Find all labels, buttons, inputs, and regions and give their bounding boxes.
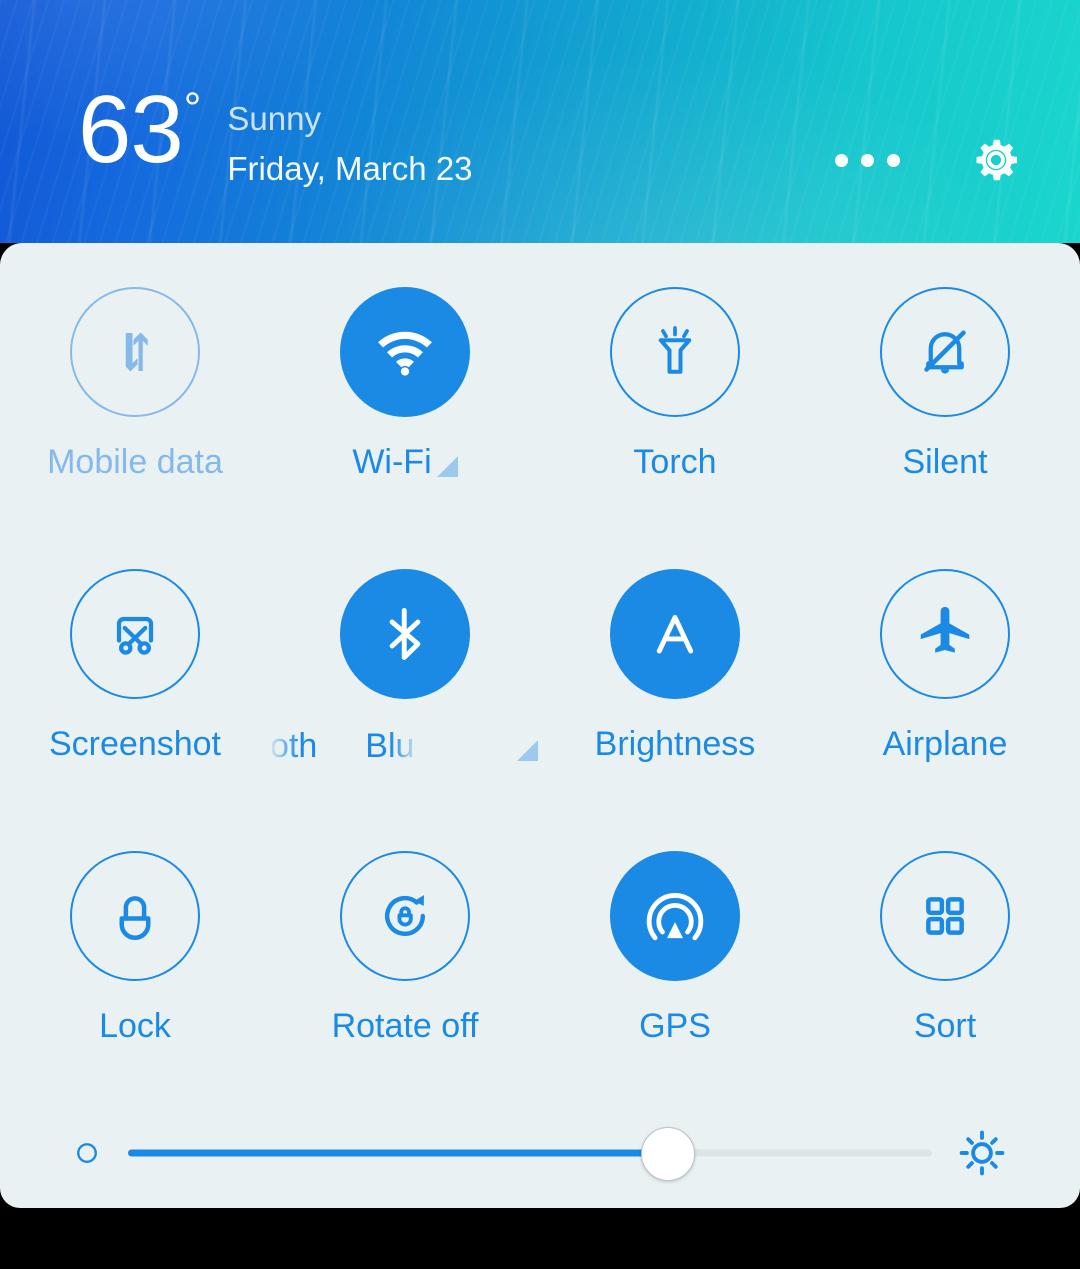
dot-1 [835, 153, 848, 167]
tile-sort[interactable]: Sort [810, 807, 1080, 1089]
tile-label-text: Silent [902, 443, 988, 481]
tile-lock[interactable]: Lock [0, 807, 270, 1089]
tile-brightness-label: Brightness [595, 724, 756, 764]
tile-airplane-label: Airplane [883, 724, 1008, 764]
tile-lock-circle [70, 851, 200, 981]
brightness-low-icon-svg [77, 1143, 97, 1163]
quick-settings-panel: Mobile data Wi-Fi Torch Silent Screensho… [0, 243, 1080, 1208]
tile-label-text: Wi-Fi [352, 443, 432, 481]
rotation-lock-icon [384, 895, 426, 936]
quick-settings-screen: 63° Sunny Friday, March 23 Mobile data W… [0, 0, 1080, 1269]
brightness-slider-fill [128, 1149, 667, 1157]
brightness-low-icon [72, 1138, 102, 1168]
wifi-icon [378, 331, 432, 376]
tile-wifi-circle [340, 287, 470, 417]
expand-triangle-icon[interactable] [436, 456, 458, 477]
tile-screenshot-label: Screenshot [49, 724, 221, 764]
tile-rotate-off[interactable]: Rotate off [270, 807, 540, 1089]
tile-sort-circle [880, 851, 1010, 981]
flashlight-icon [658, 326, 692, 374]
tile-brightness[interactable]: Brightness [540, 525, 810, 807]
tile-gps-circle [610, 851, 740, 981]
tile-silent-label: Silent [902, 442, 987, 482]
tile-lock-label: Lock [99, 1006, 171, 1046]
bell-off-icon [924, 330, 966, 374]
more-horizontal-icon[interactable] [829, 140, 906, 181]
padlock-icon [119, 896, 151, 940]
quick-settings-tile-grid: Mobile data Wi-Fi Torch Silent Screensho… [0, 243, 1080, 1089]
tile-gps-label: GPS [639, 1006, 711, 1046]
tile-label-text: Mobile data [47, 443, 223, 481]
auto-brightness-a-icon [656, 615, 694, 654]
airplane-icon [920, 606, 970, 653]
tile-bluetooth[interactable]: oth Blu [270, 525, 540, 807]
marquee-track: oth Blu [272, 726, 414, 766]
weather-header: 63° Sunny Friday, March 23 [0, 0, 1080, 243]
tile-mobile-data-label: Mobile data [47, 442, 223, 482]
mobile-data-icon [125, 332, 148, 372]
tile-label-text: Screenshot [49, 725, 221, 763]
tile-label-text: Lock [99, 1007, 171, 1045]
tile-label-text: Brightness [594, 725, 756, 763]
tile-bluetooth-label-marquee: oth Blu [272, 724, 512, 766]
tile-silent[interactable]: Silent [810, 243, 1080, 525]
grid-squares-icon [926, 897, 964, 935]
tile-sort-label: Sort [914, 1006, 976, 1046]
tile-label-text: Airplane [882, 725, 1008, 763]
weather-text-block: Sunny Friday, March 23 [227, 98, 472, 190]
brightness-high-sun-icon [956, 1127, 1008, 1179]
tile-mobile-data[interactable]: Mobile data [0, 243, 270, 525]
tile-wifi-label: Wi-Fi [352, 442, 458, 482]
tile-mobile-data-circle [70, 287, 200, 417]
tile-brightness-circle [610, 569, 740, 699]
temperature-readout: 63° [78, 82, 202, 178]
tile-label-text: Torch [633, 443, 717, 481]
temperature-value: 63 [78, 76, 184, 183]
tile-torch-circle [610, 287, 740, 417]
tile-screenshot[interactable]: Screenshot [0, 525, 270, 807]
weather-date: Friday, March 23 [227, 150, 473, 187]
location-beacon-icon [646, 893, 704, 941]
tile-torch[interactable]: Torch [540, 243, 810, 525]
marquee-head-text: Blu [365, 727, 415, 765]
dot-2 [861, 153, 874, 167]
expand-triangle-icon[interactable] [517, 740, 538, 761]
tile-airplane[interactable]: Airplane [810, 525, 1080, 807]
tile-gps[interactable]: GPS [540, 807, 810, 1089]
dot-3 [887, 153, 900, 167]
gear-icon-svg [976, 139, 1017, 181]
weather-condition: Sunny [227, 100, 321, 137]
tile-rotate-off-label: Rotate off [332, 1006, 479, 1046]
brightness-slider[interactable] [128, 1126, 932, 1181]
tile-rotate-off-circle [340, 851, 470, 981]
bluetooth-icon [389, 608, 421, 660]
tile-bluetooth-label: oth Blu [272, 724, 538, 766]
weather-widget[interactable]: 63° Sunny Friday, March 23 [78, 82, 473, 190]
tile-label-text: Rotate off [331, 1007, 479, 1045]
tile-airplane-circle [880, 569, 1010, 699]
tile-wifi[interactable]: Wi-Fi [270, 243, 540, 525]
marquee-tail-text: oth [272, 727, 318, 765]
scissors-icon [116, 616, 154, 655]
brightness-slider-thumb[interactable] [640, 1127, 695, 1181]
tile-label-text: Sort [913, 1007, 977, 1045]
degree-symbol: ° [183, 84, 202, 133]
header-actions [829, 132, 1024, 188]
tile-screenshot-circle [70, 569, 200, 699]
tile-label-text: GPS [639, 1007, 711, 1045]
brightness-slider-row [0, 1098, 1080, 1208]
brightness-high-sun-icon-svg [959, 1130, 1005, 1176]
tile-silent-circle [880, 287, 1010, 417]
gear-icon[interactable] [968, 132, 1024, 188]
tile-bluetooth-circle [340, 569, 470, 699]
tile-torch-label: Torch [633, 442, 716, 482]
